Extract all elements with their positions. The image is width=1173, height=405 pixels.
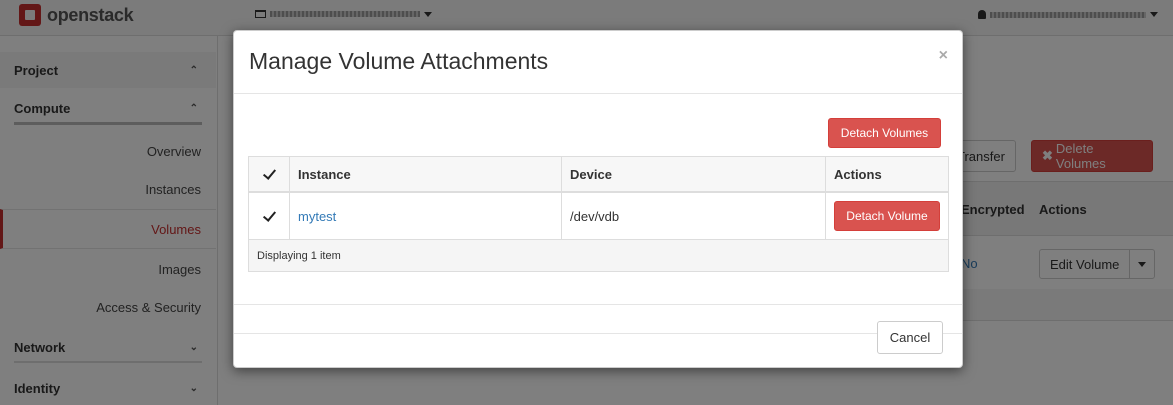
manage-volume-attachments-modal: Manage Volume Attachments × Detach Volum… — [233, 30, 963, 368]
detach-volume-button[interactable]: Detach Volume — [834, 201, 940, 231]
table-row: mytest /dev/vdb Detach Volume — [249, 193, 948, 240]
instance-link[interactable]: mytest — [298, 209, 336, 224]
modal-footer-divider-top — [234, 304, 962, 305]
select-all-cell — [249, 157, 290, 191]
modal-footer-divider — [234, 333, 962, 334]
column-header-instance[interactable]: Instance — [290, 157, 562, 191]
device-cell: /dev/vdb — [562, 193, 826, 239]
column-header-device[interactable]: Device — [562, 157, 826, 191]
column-header-actions: Actions — [834, 166, 882, 182]
instance-cell: mytest — [290, 193, 562, 239]
select-all-checkbox[interactable] — [262, 167, 276, 181]
row-select-checkbox[interactable] — [262, 209, 276, 223]
modal-header-divider — [234, 93, 962, 94]
row-select-cell — [249, 193, 290, 239]
table-footer: Displaying 1 item — [249, 240, 948, 271]
close-icon[interactable]: × — [939, 47, 948, 65]
actions-cell: Detach Volume — [826, 193, 948, 239]
modal-title: Manage Volume Attachments — [249, 48, 549, 74]
table-header-row: Instance Device Actions — [249, 157, 948, 193]
detach-volumes-button[interactable]: Detach Volumes — [828, 118, 941, 148]
cancel-button[interactable]: Cancel — [877, 321, 943, 354]
attachments-table: Instance Device Actions mytest /dev/vdb … — [248, 156, 949, 272]
